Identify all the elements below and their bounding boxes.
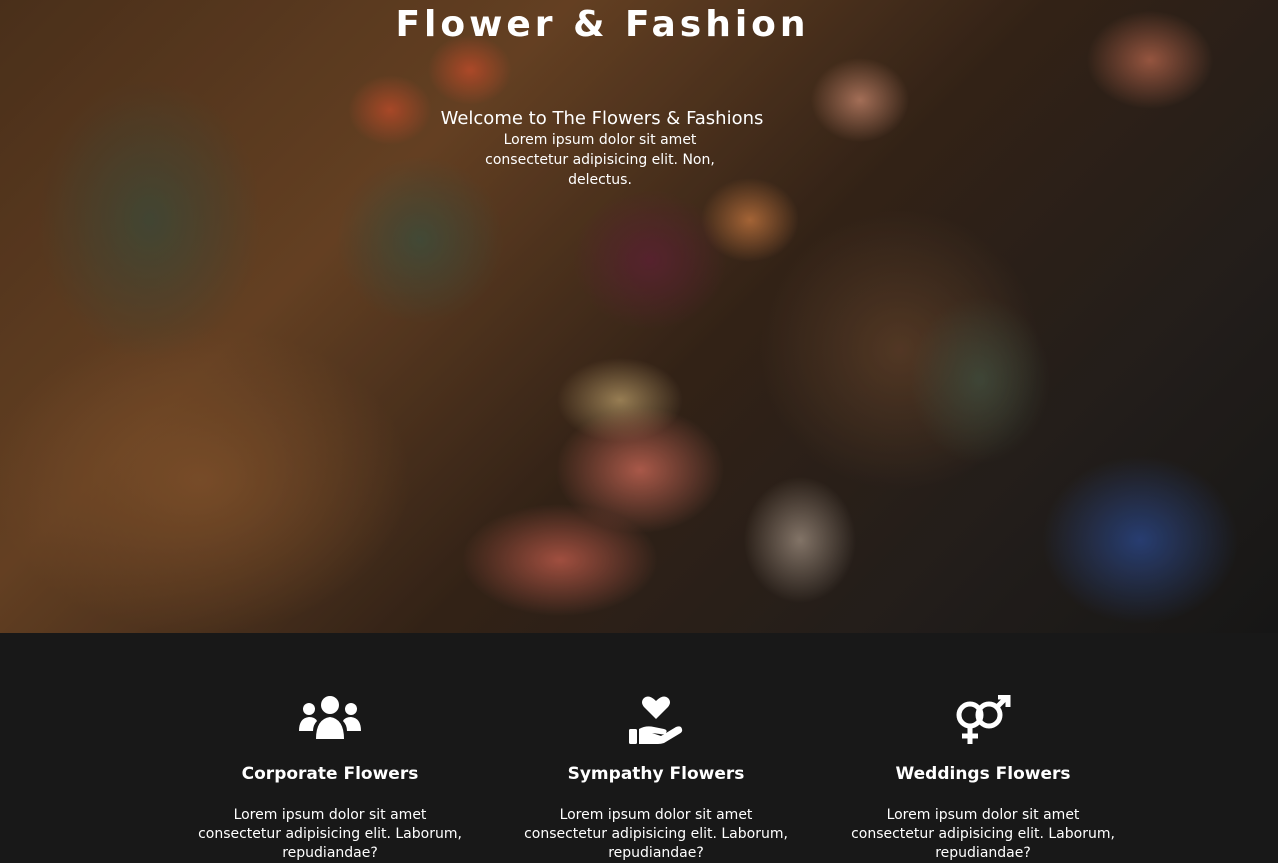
hero-title-container: Flower & Fashion xyxy=(0,4,1278,45)
welcome-heading: Welcome to The Flowers & Fashions xyxy=(440,108,764,129)
feature-title: Corporate Flowers xyxy=(241,764,419,784)
features-section: Corporate Flowers Lorem ipsum dolor sit … xyxy=(0,633,1278,861)
hero-section: Flower & Fashion Welcome to The Flowers … xyxy=(0,0,1278,633)
welcome-text: Lorem ipsum dolor sit amet consectetur a… xyxy=(485,132,715,188)
feature-text: Lorem ipsum dolor sit amet consectetur a… xyxy=(851,807,1115,861)
site-title: Flower & Fashion xyxy=(395,4,810,45)
feature-title: Sympathy Flowers xyxy=(567,764,745,784)
hero-welcome: Welcome to The Flowers & Fashions Lorem … xyxy=(0,108,1278,190)
hand-holding-heart-icon xyxy=(506,695,806,747)
users-group-icon xyxy=(180,695,480,747)
feature-text: Lorem ipsum dolor sit amet consectetur a… xyxy=(524,807,788,861)
feature-text: Lorem ipsum dolor sit amet consectetur a… xyxy=(198,807,462,861)
feature-title: Weddings Flowers xyxy=(895,764,1071,784)
venus-mars-icon xyxy=(833,695,1133,747)
